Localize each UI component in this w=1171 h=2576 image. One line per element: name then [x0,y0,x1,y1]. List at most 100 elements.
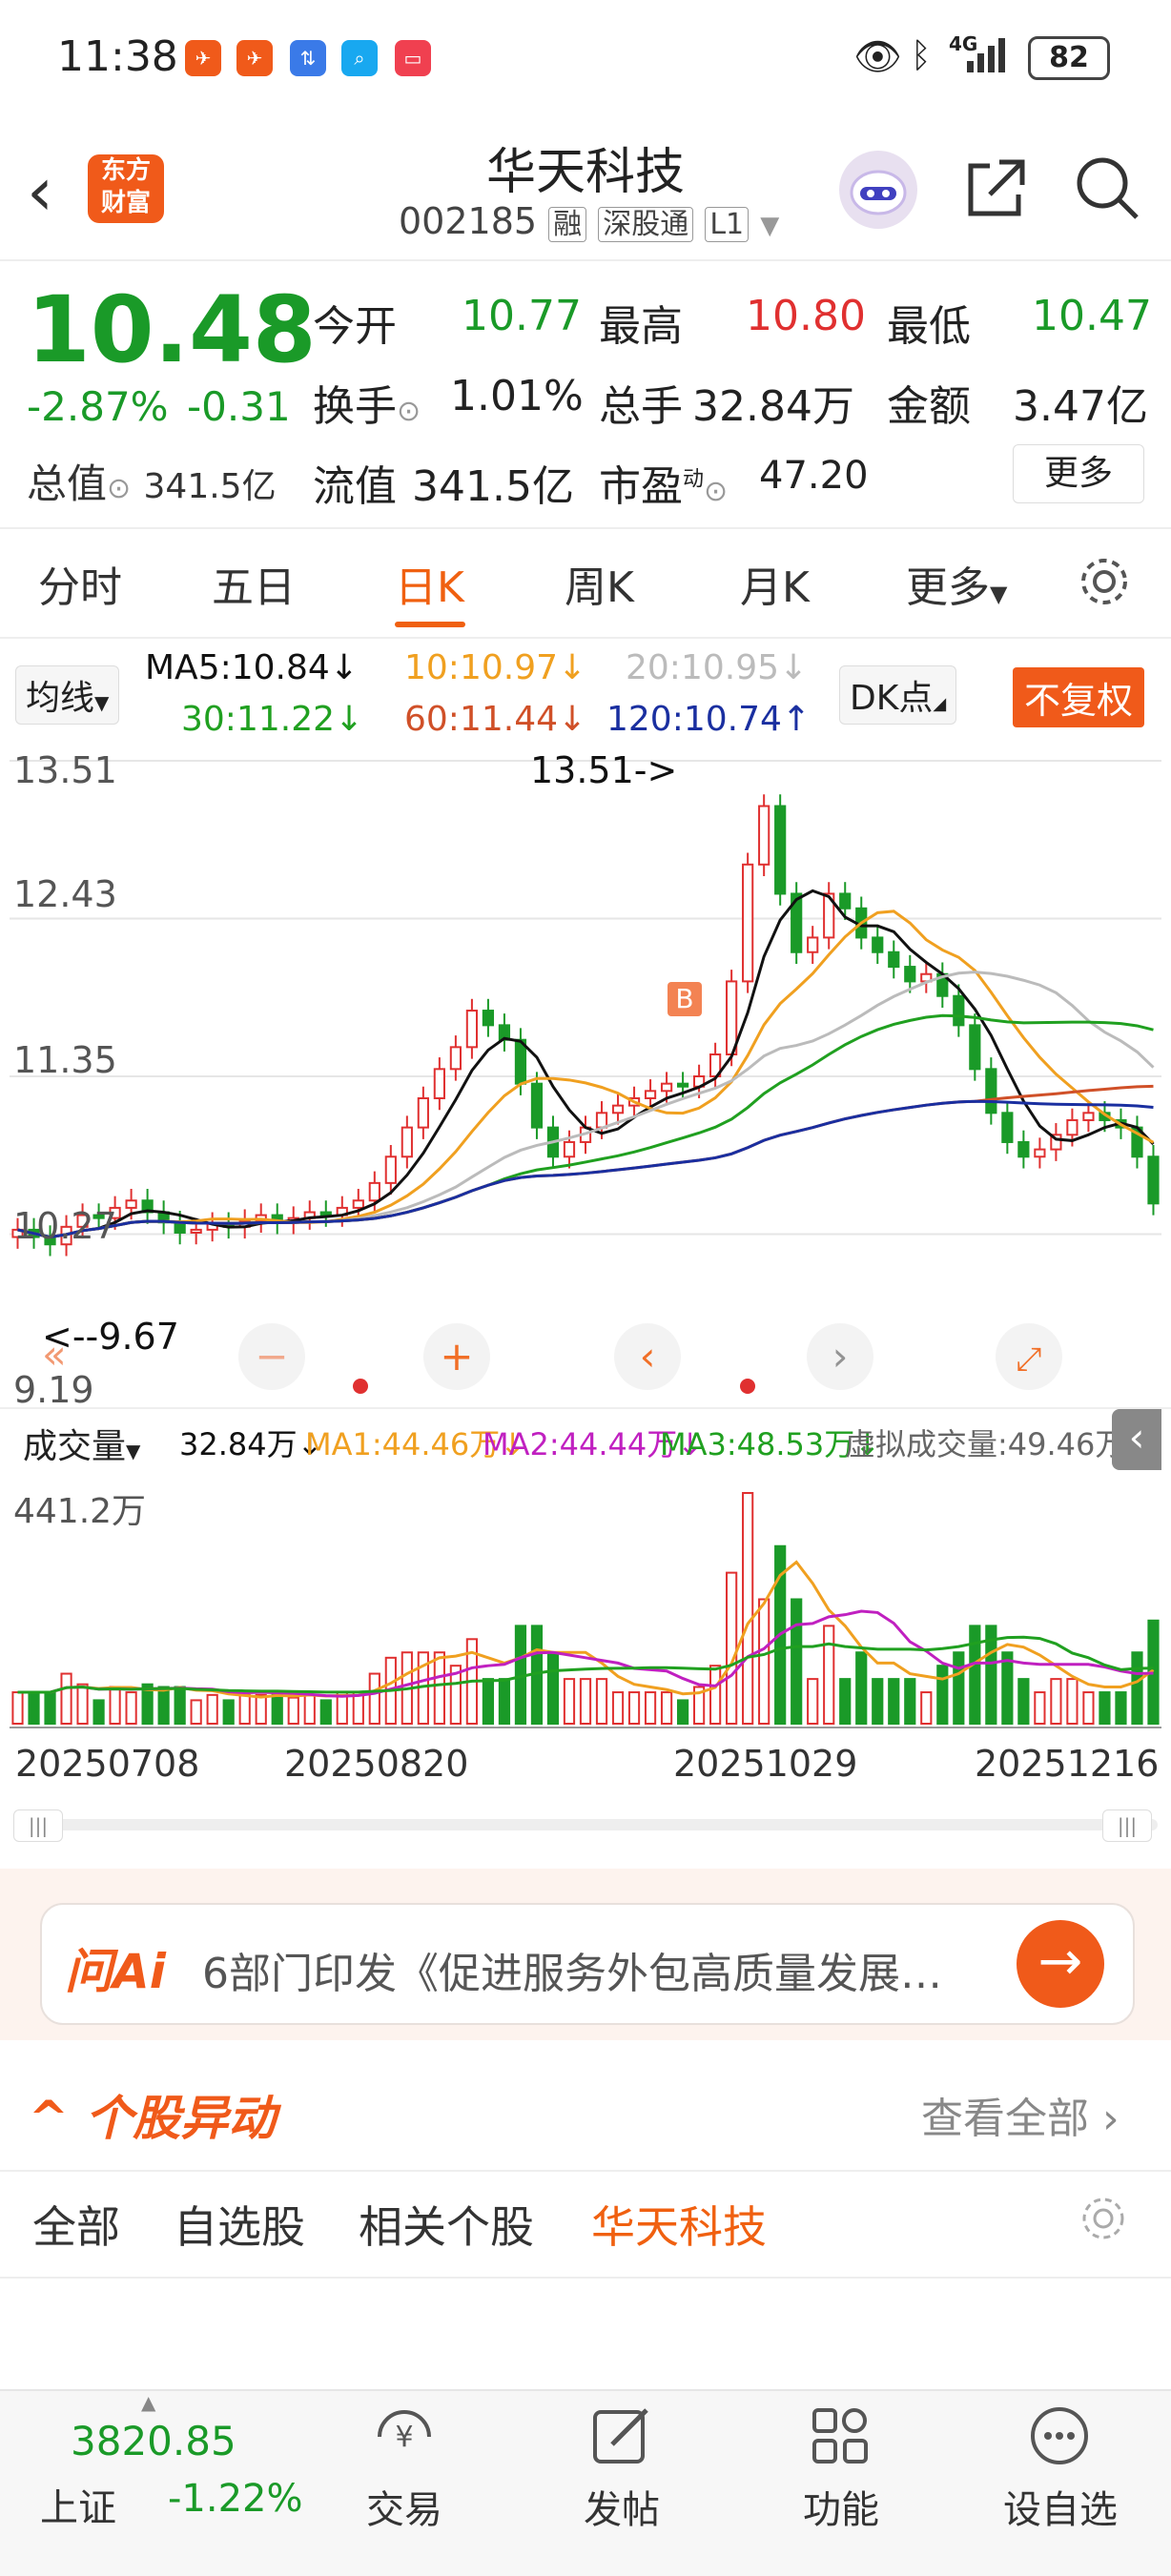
chevron-left-icon: ‹ [639,1333,656,1380]
candle [644,1090,657,1099]
nav-functions[interactable]: 功能 [765,2479,917,2534]
turnover-label: 换手⊙ [313,372,421,433]
view-all-link[interactable]: 查看全部 › [921,2084,1120,2145]
total-cap-value: 341.5亿 [143,467,277,506]
more-button[interactable]: 更多 [1013,444,1144,503]
fullscreen-button[interactable]: ⤢ [996,1323,1062,1390]
chevron-down-icon[interactable]: ▼ [760,212,779,240]
indicator-dot [740,1379,755,1394]
tab-more[interactable]: 更多▼ [906,553,1007,614]
scroll-handle-right[interactable]: ||| [1102,1809,1152,1842]
ma10-line [17,910,1155,1239]
total-cap-label: 总值 [27,460,108,507]
candle [872,936,884,953]
volume-bar [238,1693,251,1726]
movement-title-row[interactable]: ^ 个股异动 [29,2080,276,2149]
collapse-panel-button[interactable]: ‹ [1112,1409,1161,1470]
candle [676,1082,689,1088]
volume-bar [60,1672,72,1725]
tab-monthly-k[interactable]: 月K [740,553,810,614]
volume-chart[interactable] [10,1474,1161,1750]
index-name[interactable]: 上证 [40,2477,116,2532]
volume-bars [10,1492,1161,1728]
pe-label: 市盈动⊙ [599,452,728,513]
high-value: 10.80 [746,292,866,340]
candle [125,1199,137,1209]
volume-bar [563,1678,576,1726]
search-icon[interactable] [1072,153,1140,221]
volume-bar [433,1651,445,1726]
arrow-right-icon[interactable]: → [1017,1920,1104,2008]
info-icon[interactable]: ⊙ [397,395,421,428]
signal-icon [967,38,1005,72]
volume-bar [1066,1678,1079,1726]
volume-bar [888,1678,900,1726]
tab-indicator [395,622,465,627]
candle [449,1046,462,1071]
ma-selector-label: 均线 [26,679,95,718]
share-icon[interactable] [961,154,1028,221]
candle [839,892,852,910]
volume-selector[interactable]: 成交量▼ [13,1415,151,1472]
volume-bar [807,1678,819,1726]
candle [1034,1148,1046,1158]
filter-related[interactable]: 相关个股 [359,2193,534,2256]
candle [401,1126,413,1158]
gear-icon[interactable] [1076,553,1133,610]
ma-selector[interactable]: 均线▼ [15,665,120,725]
post-edit-icon[interactable] [587,2402,654,2469]
open-value: 10.77 [462,292,582,340]
volume-bar [319,1699,332,1725]
filter-watchlist[interactable]: 自选股 [174,2193,305,2256]
buy-signal-icon[interactable]: B [668,982,702,1016]
index-change[interactable]: -1.22% [168,2477,303,2521]
double-chevron-left-icon[interactable]: « [42,1331,67,1378]
fuquan-button[interactable]: 不复权 [1013,667,1145,727]
battery-level: 82 [1049,41,1089,74]
scroll-right-button[interactable]: › [807,1323,873,1390]
divider [0,1407,1171,1409]
functions-grid-icon[interactable] [807,2402,873,2469]
zoom-out-button[interactable]: − [238,1323,305,1390]
nav-post[interactable]: 发帖 [545,2479,698,2534]
chevron-down-icon: ▼ [94,691,110,714]
filter-current-stock[interactable]: 华天科技 [591,2193,767,2256]
more-circle-icon[interactable] [1026,2402,1093,2469]
pe-value: 47.20 [759,454,869,498]
trade-icon[interactable]: ¥ [368,2402,441,2469]
info-icon[interactable]: ⊙ [107,472,131,505]
volume-bar [872,1678,884,1726]
volume-value: 32.84万 [692,382,854,431]
gear-icon[interactable] [1078,2193,1129,2244]
candlestick-chart[interactable] [10,747,1161,1405]
zoom-in-button[interactable]: + [423,1323,490,1390]
tab-daily-k[interactable]: 日K [395,553,464,614]
volume-bar [287,1696,299,1725]
volume-bar [839,1678,852,1726]
candle [953,994,965,1027]
view-all-label: 查看全部 [921,2095,1089,2143]
amount-value: 3.47亿 [1013,382,1148,431]
scroll-handle-left[interactable]: ||| [13,1809,63,1842]
nav-trade[interactable]: 交易 [328,2479,481,2534]
scroll-left-button[interactable]: ‹ [614,1323,681,1390]
dk-point-button[interactable]: DK点◢ [839,665,957,725]
stock-code: 002185 [399,200,538,242]
divider [0,637,1171,639]
volume-selector-label: 成交量 [23,1427,127,1466]
filter-all[interactable]: 全部 [32,2193,120,2256]
chart-scrollbar[interactable] [13,1819,1158,1830]
tab-five-day[interactable]: 五日 [212,553,296,614]
index-value[interactable]: 3820.85 [71,2418,236,2464]
status-time: 11:38 [57,32,178,81]
candle [904,966,916,983]
nav-add-watchlist[interactable]: 设自选 [984,2479,1137,2534]
ai-news-bar[interactable]: 问Ai 6部门印发《促进服务外包高质量发展… → [40,1903,1135,2025]
volume-bar [1050,1678,1062,1726]
candle [563,1140,576,1158]
volume-bar [791,1598,803,1725]
info-icon[interactable]: ⊙ [704,475,728,508]
tab-intraday[interactable]: 分时 [38,553,122,614]
tab-weekly-k[interactable]: 周K [565,553,634,614]
robot-assistant-icon[interactable] [839,151,917,229]
